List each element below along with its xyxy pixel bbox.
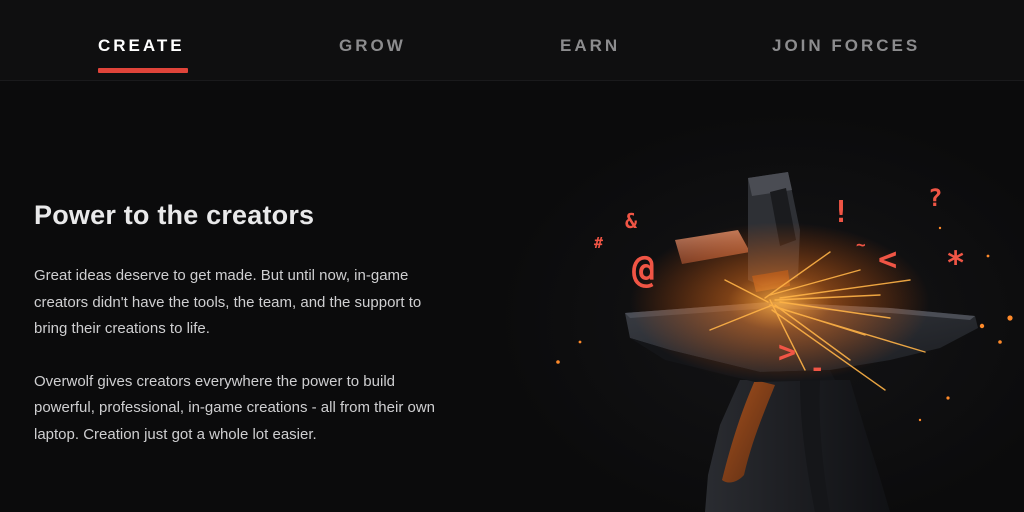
- main-content: Power to the creators Great ideas deserv…: [34, 200, 454, 448]
- symbol-hash: #: [594, 234, 603, 252]
- tab-earn[interactable]: EARN: [560, 36, 620, 56]
- overwolf-paragraph: Overwolf gives creators everywhere the p…: [34, 372, 436, 443]
- tab-grow[interactable]: GROW: [339, 36, 406, 56]
- symbol-tilde: ~: [856, 235, 866, 254]
- symbol-exclamation: !: [832, 195, 850, 230]
- symbol-greater-than: >: [778, 335, 796, 370]
- page-title: Power to the creators: [34, 200, 315, 230]
- symbol-dash: -: [810, 354, 824, 382]
- symbol-question: ?: [928, 184, 942, 212]
- intro-paragraph: Great ideas deserve to get made. But unt…: [34, 267, 422, 337]
- tab-join-forces[interactable]: JOIN FORCES: [772, 36, 920, 56]
- symbol-less-than: <: [878, 240, 897, 278]
- tab-create[interactable]: CREATE: [98, 36, 185, 56]
- anvil-hammer-sparks-illustration: & # @ ! ? < * > ~ -: [556, 172, 1013, 512]
- symbol-ampersand: &: [625, 209, 638, 233]
- tab-bar: CREATE GROW EARN JOIN FORCES: [0, 0, 1024, 81]
- active-tab-indicator: [98, 68, 188, 73]
- symbol-asterisk: *: [946, 244, 965, 282]
- symbol-at: @: [632, 247, 655, 291]
- page: CREATE GROW EARN JOIN FORCES Power to th…: [0, 0, 1024, 512]
